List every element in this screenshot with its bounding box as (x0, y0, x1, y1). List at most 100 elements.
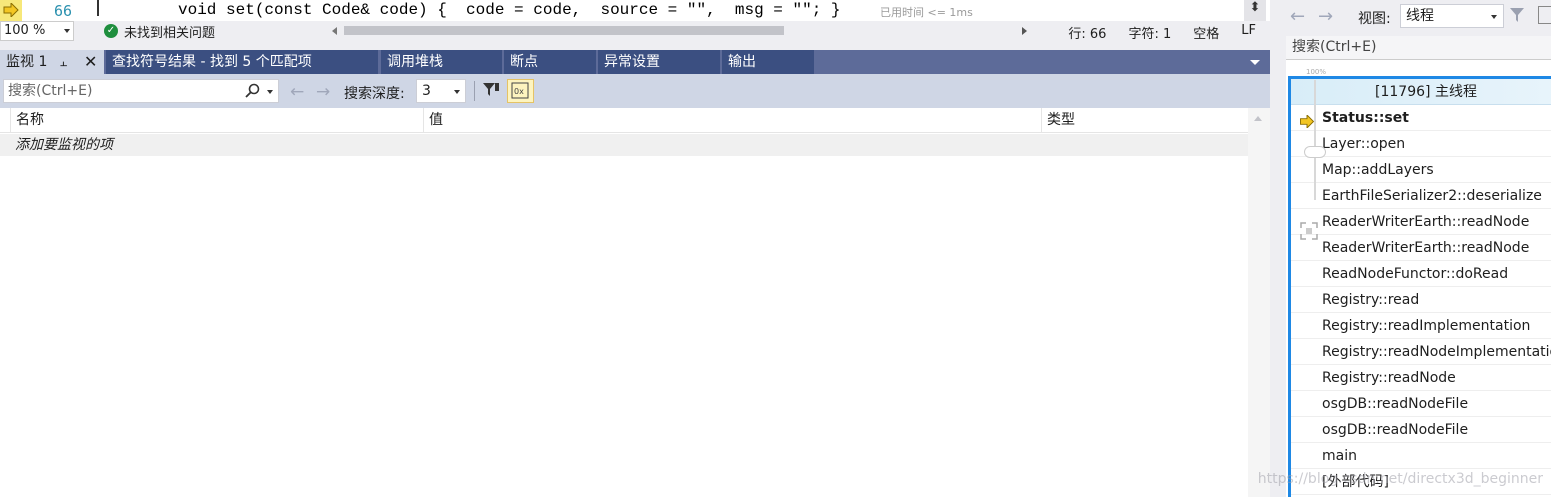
search-depth-dropdown[interactable]: 3 (416, 79, 466, 103)
scroll-left-icon[interactable] (332, 27, 337, 35)
pin-icon[interactable]: ⫠ (60, 50, 67, 74)
tab-exception-settings[interactable]: 异常设置 (598, 50, 720, 74)
chevron-down-icon (454, 90, 460, 94)
svg-text:0x: 0x (514, 87, 524, 96)
tab-find-symbol-results[interactable]: 查找符号结果 - 找到 5 个匹配项 (106, 50, 378, 74)
search-depth-value: 3 (422, 83, 431, 99)
frame-label: ReaderWriterEarth::readNode (1322, 240, 1530, 256)
search-previous-arrow-icon[interactable]: ← (290, 82, 304, 102)
check-circle-icon: ✓ (104, 24, 118, 38)
issues-text: 未找到相关问题 (124, 25, 216, 41)
zoom-dropdown[interactable]: 100 % (0, 21, 74, 41)
scroll-up-icon[interactable] (1254, 116, 1262, 121)
stack-frame[interactable]: Registry::readNode (1291, 365, 1551, 391)
frame-label: Status::set (1322, 110, 1409, 126)
line-indicator[interactable]: 行: 66 (1068, 23, 1106, 42)
tool-window-tabbar: 监视 1 ⫠ ✕ 查找符号结果 - 找到 5 个匹配项 调用堆栈 断点 异常设置… (0, 50, 1270, 74)
cursor-status: 行: 66 字符: 1 空格 LF (1068, 23, 1256, 42)
tab-label: 输出 (728, 54, 756, 70)
forward-arrow-icon[interactable]: → (1318, 6, 1333, 27)
tab-label: 断点 (510, 54, 538, 70)
zoom-to-fit-icon[interactable] (1298, 220, 1320, 242)
elapsed-time-hint: 已用时间 <= 1ms (880, 6, 973, 19)
view-label: 视图: (1358, 11, 1391, 27)
zoom-knob[interactable] (1304, 146, 1326, 158)
line-number: 66 (53, 2, 72, 20)
pin-filter-icon (483, 83, 499, 96)
tab-output[interactable]: 输出 (722, 50, 814, 74)
tab-call-stack[interactable]: 调用堆栈 (381, 50, 502, 74)
tab-watch-1[interactable]: 监视 1 ⫠ ✕ (0, 50, 104, 74)
split-editor-icon[interactable]: ⬍ (1244, 0, 1266, 21)
column-header-type[interactable]: 类型 (1041, 108, 1248, 133)
tab-overflow-chevron-icon[interactable] (1250, 60, 1260, 65)
tab-label: 异常设置 (604, 54, 660, 70)
current-statement-arrow-icon (0, 0, 22, 21)
frame-label: Layer::open (1322, 136, 1406, 152)
frame-label: ReadNodeFunctor::doRead (1322, 266, 1509, 282)
code-editor-line[interactable]: 66 void set(const Code& code) { code = c… (0, 0, 1270, 21)
frame-label: Registry::read (1322, 292, 1420, 308)
editor-status-bar: 100 % ✓ 未找到相关问题 行: 66 字符: 1 空格 LF (0, 21, 1270, 42)
filter-button[interactable] (480, 80, 504, 102)
hex-display-toggle[interactable]: 0x (507, 79, 534, 103)
chevron-down-icon (1491, 15, 1497, 19)
frame-label: osgDB::readNodeFile (1322, 422, 1469, 438)
grid-header: 名称 值 类型 (0, 108, 1248, 133)
chevron-down-icon[interactable] (267, 90, 273, 94)
char-indicator[interactable]: 字符: 1 (1128, 23, 1171, 42)
parallel-stacks-panel: ← → 视图: 线程 搜索(Ctrl+E) ▾ [11796] 主线程 Stat… (1270, 0, 1551, 497)
vertical-scrollbar[interactable] (1248, 108, 1270, 497)
watermark: https://blog.csdn.net/directx3d_beginner (1257, 471, 1543, 487)
code-text[interactable]: void set(const Code& code) { code = code… (178, 1, 841, 19)
close-icon[interactable]: ✕ (84, 50, 97, 74)
search-icon[interactable] (245, 83, 260, 105)
stack-frame[interactable]: ReadNodeFunctor::doRead (1291, 261, 1551, 287)
issues-indicator[interactable]: ✓ 未找到相关问题 (104, 23, 216, 41)
watch-toolbar: 搜索(Ctrl+E) ← → 搜索深度: 3 0x (0, 74, 1270, 108)
scroll-right-icon[interactable] (1022, 27, 1027, 35)
text-caret (97, 0, 99, 16)
search-placeholder: 搜索(Ctrl+E) (8, 83, 93, 99)
frame-label: Registry::readNode (1322, 370, 1456, 386)
whitespace-indicator[interactable]: 空格 (1193, 23, 1219, 42)
stack-frame[interactable]: osgDB::readNodeFile (1291, 417, 1551, 443)
add-watch-row[interactable]: 添加要监视的项 (0, 134, 1248, 156)
column-header-value[interactable]: 值 (423, 108, 1041, 133)
frame-label: EarthFileSerializer2::deserialize (1322, 188, 1542, 204)
horizontal-scrollbar[interactable] (330, 24, 1030, 38)
stacks-canvas[interactable]: [11796] 主线程 Status::set Layer::open Map:… (1286, 60, 1551, 497)
eol-indicator[interactable]: LF (1241, 23, 1256, 42)
zoom-percent-label: 100% (1306, 68, 1327, 76)
tab-breakpoints[interactable]: 断点 (504, 50, 596, 74)
chevron-down-icon (64, 29, 70, 33)
stack-frame[interactable]: Registry::read (1291, 287, 1551, 313)
watch-grid: 名称 值 类型 添加要监视的项 (0, 108, 1270, 497)
zoom-value: 100 % (4, 23, 46, 38)
search-next-arrow-icon[interactable]: → (316, 82, 330, 102)
zoom-track[interactable] (1314, 80, 1316, 200)
column-header-name[interactable]: 名称 (10, 108, 423, 133)
frame-label: Map::addLayers (1322, 162, 1434, 178)
toggle-method-view-icon[interactable] (1538, 6, 1551, 24)
stack-frame[interactable]: Registry::readImplementation (1291, 313, 1551, 339)
scroll-thumb[interactable] (344, 26, 784, 35)
filter-icon[interactable] (1508, 6, 1526, 28)
stack-frame[interactable]: osgDB::readNodeFile (1291, 391, 1551, 417)
stack-frame[interactable]: Registry::readNodeImplementation (1291, 339, 1551, 365)
tab-label: 监视 1 (6, 54, 48, 70)
parallel-stacks-search-input[interactable]: 搜索(Ctrl+E) ▾ (1286, 36, 1551, 60)
hex-icon: 0x (511, 82, 529, 99)
back-arrow-icon[interactable]: ← (1290, 6, 1305, 27)
view-value: 线程 (1406, 8, 1434, 24)
frame-label: Registry::readImplementation (1322, 318, 1531, 334)
frame-label: Registry::readNodeImplementation (1322, 344, 1551, 360)
view-dropdown[interactable]: 线程 (1400, 4, 1504, 28)
search-depth-label: 搜索深度: (344, 86, 405, 102)
stack-frame[interactable]: main (1291, 443, 1551, 469)
frame-label: osgDB::readNodeFile (1322, 396, 1469, 412)
watch-search-input[interactable]: 搜索(Ctrl+E) (3, 79, 279, 103)
frame-label: ReaderWriterEarth::readNode (1322, 214, 1530, 230)
search-placeholder: 搜索(Ctrl+E) (1292, 39, 1377, 55)
parallel-stacks-toolbar: ← → 视图: 线程 (1286, 0, 1551, 32)
